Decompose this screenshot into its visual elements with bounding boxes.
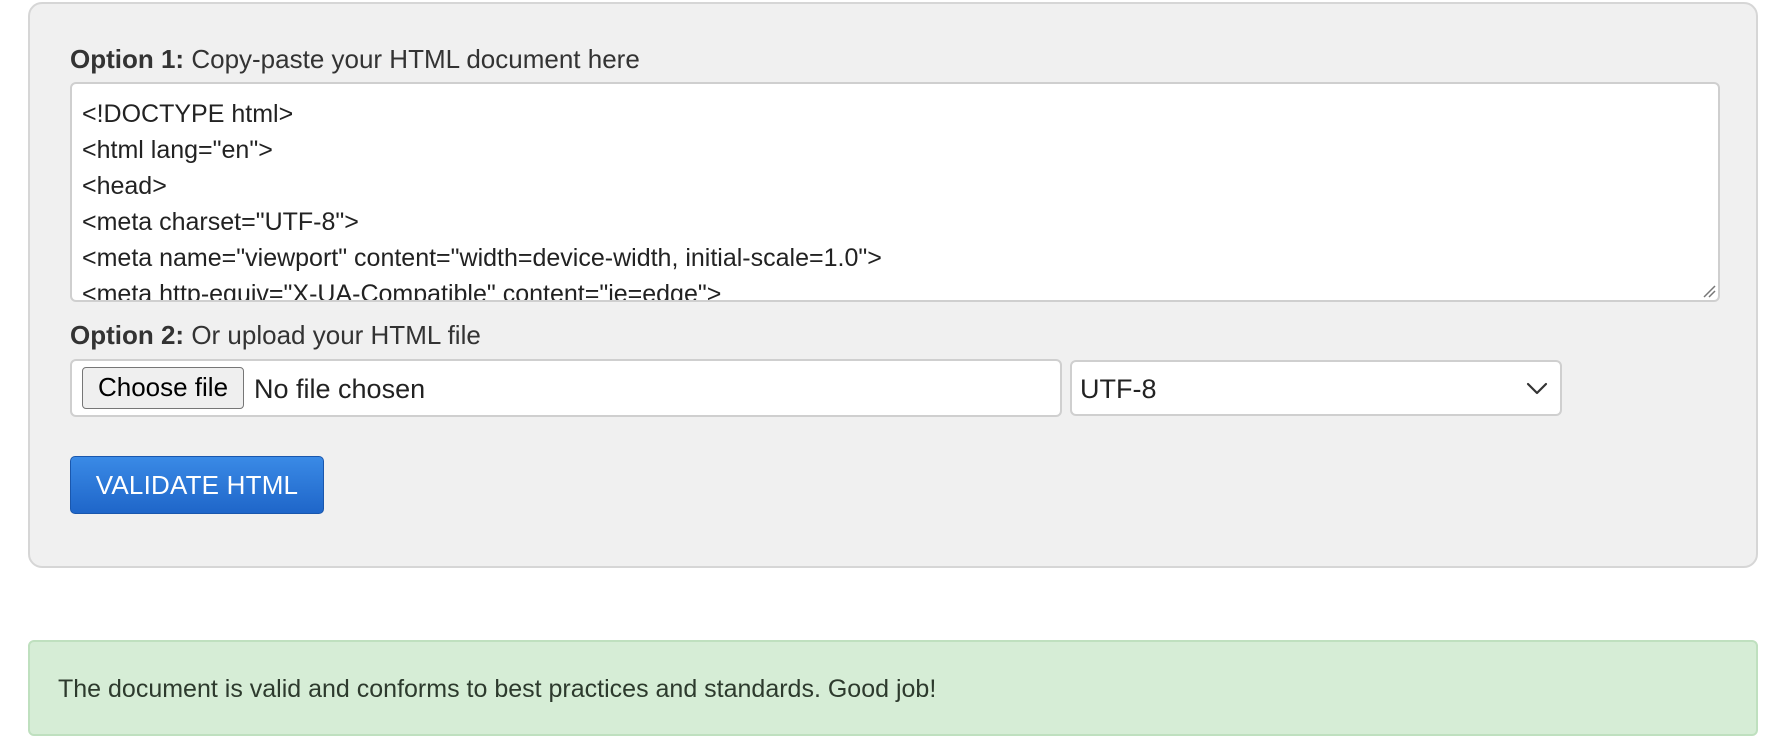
validation-success-alert: The document is valid and conforms to be… [28,640,1758,736]
validate-html-button[interactable]: VALIDATE HTML [70,456,324,514]
success-message: The document is valid and conforms to be… [58,675,937,703]
validator-form-panel: Option 1: Copy-paste your HTML document … [28,2,1758,568]
option-2-prefix: Option 2: [70,320,185,350]
code-line: <html lang="en"> [82,136,273,164]
html-input-textarea[interactable]: <!DOCTYPE html> <html lang="en"> <head> … [70,82,1720,302]
encoding-select[interactable]: UTF-8 [1070,360,1562,416]
code-line: <meta name="viewport" content="width=dev… [82,244,882,272]
option-1-prefix: Option 1: [70,44,185,74]
file-upload-field[interactable]: Choose file No file chosen [70,359,1062,417]
code-line: <!DOCTYPE html> [82,100,294,128]
choose-file-button[interactable]: Choose file [82,367,244,409]
option-2-label: Option 2: Or upload your HTML file [70,320,481,350]
encoding-selected-value: UTF-8 [1080,374,1157,404]
option-2-text: Or upload your HTML file [191,320,481,350]
code-line: <meta charset="UTF-8"> [82,208,359,236]
chevron-down-icon [1526,382,1548,395]
code-line: <meta http-equiv="X-UA-Compatible" conte… [82,280,722,302]
option-1-text: Copy-paste your HTML document here [191,44,640,74]
file-status-text: No file chosen [254,374,426,404]
option-1-label: Option 1: Copy-paste your HTML document … [70,44,640,74]
resize-grip-icon[interactable] [1700,282,1716,298]
code-line: <head> [82,172,167,200]
